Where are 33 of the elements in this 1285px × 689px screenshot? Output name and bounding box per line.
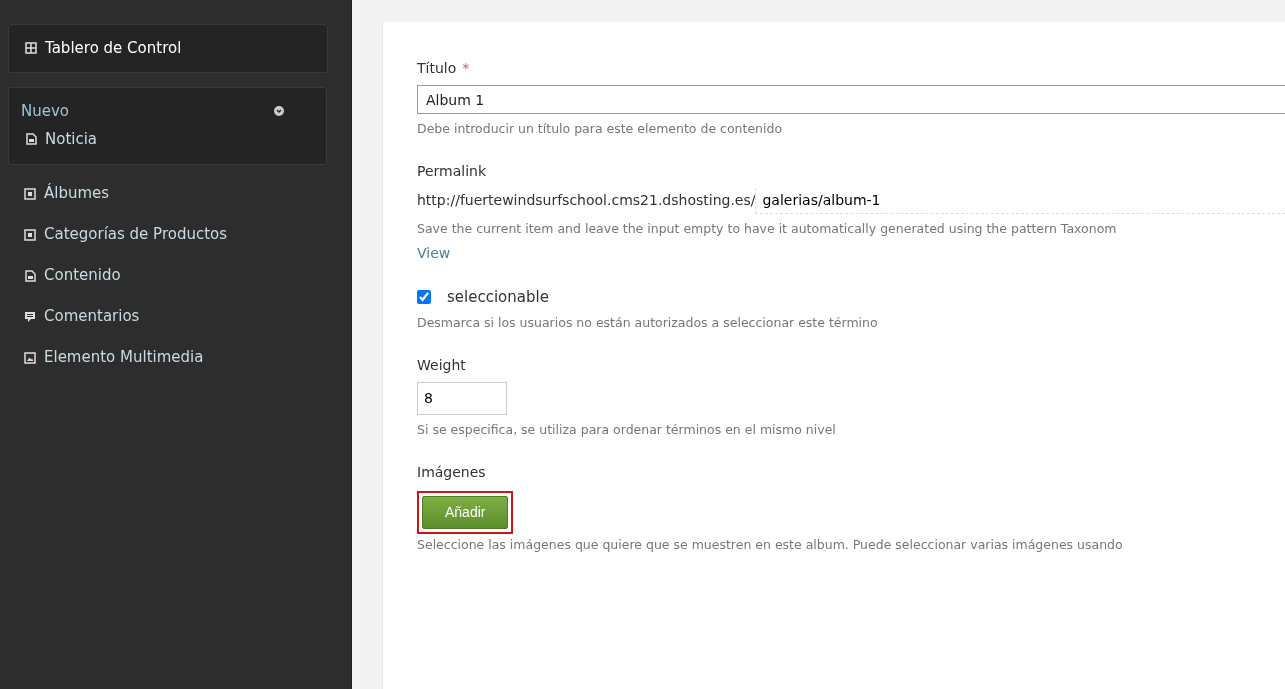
field-label: Permalink bbox=[417, 161, 488, 181]
square-icon bbox=[24, 228, 36, 241]
dashboard-link[interactable]: Tablero de Control bbox=[8, 24, 328, 73]
square-icon bbox=[24, 187, 36, 200]
title-input[interactable]: Album 1 bbox=[417, 85, 1285, 114]
field-label: Imágenes bbox=[417, 462, 487, 482]
field-label: Título * bbox=[417, 59, 471, 78]
comment-icon bbox=[24, 310, 36, 323]
grid-icon bbox=[25, 42, 37, 55]
sidebar-item[interactable]: Categorías de Productos bbox=[8, 214, 327, 255]
sidebar-item[interactable]: Álbumes bbox=[8, 173, 327, 214]
permalink-input[interactable]: galerias/album-1 bbox=[755, 187, 1285, 214]
new-menu-label: Nuevo bbox=[21, 100, 69, 122]
help-text: Debe introducir un título para este elemento de contenido bbox=[417, 120, 784, 138]
help-text: Seleccione las imágenes que quiere que se muestren en este album. Puede seleccionar varias imágenes usando bbox=[417, 535, 1124, 554]
help-text: Save the current item and leave the input empty to have it automatically generated using the pattern Taxonom bbox=[417, 219, 1118, 238]
sidebar-item[interactable]: Noticia bbox=[21, 122, 314, 156]
new-menu-header[interactable]: Nuevo bbox=[21, 99, 314, 122]
sidebar-item[interactable]: Elemento Multimedia bbox=[8, 337, 327, 378]
document-icon bbox=[25, 133, 37, 145]
url-prefix: http://fuertewindsurfschool.cms21.dshosting.es/ bbox=[417, 191, 756, 211]
required-mark: * bbox=[462, 60, 470, 76]
field-label: Weight bbox=[417, 355, 467, 375]
view-link[interactable]: View bbox=[417, 242, 451, 264]
help-text: Desmarca si los usuarios no están autorizados a seleccionar este término bbox=[417, 314, 879, 332]
image-icon bbox=[24, 351, 36, 364]
sidebar-item[interactable]: Comentarios bbox=[8, 296, 327, 337]
checkbox[interactable] bbox=[417, 289, 431, 304]
help-text: Si se especifica, se utiliza para ordenar términos en el mismo nivel bbox=[417, 420, 837, 439]
weight-input[interactable]: 8 bbox=[417, 381, 507, 415]
document-icon bbox=[24, 269, 36, 282]
checkbox-label: seleccionable bbox=[447, 286, 549, 308]
sidebar-item[interactable]: Contenido bbox=[8, 255, 327, 296]
